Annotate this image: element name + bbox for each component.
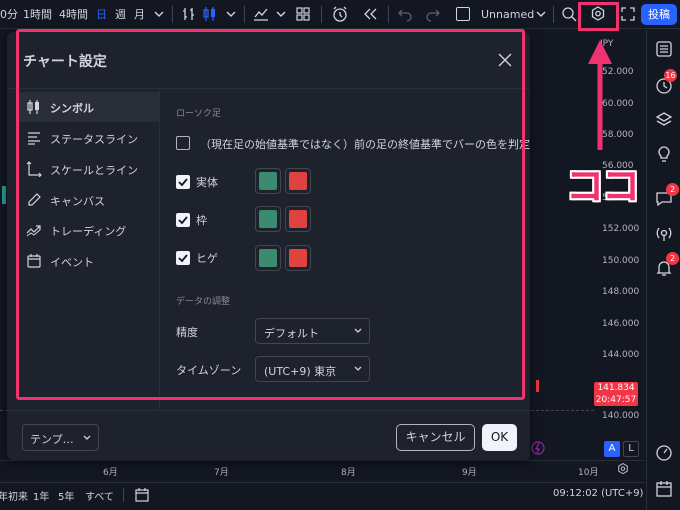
- template-label: テンプ…: [30, 433, 74, 446]
- toolbar-divider: [388, 6, 389, 23]
- price-label: 152.000: [602, 224, 640, 234]
- watchlist-icon[interactable]: [655, 40, 673, 58]
- range-ytd[interactable]: 年初来: [0, 488, 28, 503]
- layout-name[interactable]: Unnamed: [481, 0, 534, 29]
- range-5y[interactable]: 5年: [58, 488, 74, 503]
- speedometer-icon[interactable]: [655, 444, 673, 462]
- candle: [2, 186, 6, 204]
- log-scale-toggle[interactable]: L: [623, 441, 639, 457]
- alarm-clock-icon[interactable]: [331, 5, 349, 23]
- chevron-down-icon[interactable]: [222, 5, 240, 23]
- layout-grid-icon[interactable]: [294, 5, 312, 23]
- date-range-icon[interactable]: [134, 487, 150, 503]
- toolbar-divider: [172, 6, 173, 23]
- clock[interactable]: 09:12:02 (UTC+9): [553, 488, 643, 499]
- lightning-icon[interactable]: [531, 441, 545, 455]
- price-label: 144.000: [602, 350, 640, 360]
- toolbar-divider: [244, 6, 245, 23]
- candles-icon[interactable]: [201, 5, 219, 23]
- interval-4h[interactable]: 4時間: [59, 0, 88, 29]
- replay-icon[interactable]: [361, 5, 379, 23]
- bar-countdown: 20:47:57: [595, 395, 637, 405]
- last-price: 141.834: [597, 383, 635, 393]
- layers-icon[interactable]: [655, 110, 673, 128]
- time-label: 8月: [341, 468, 356, 478]
- range-1y[interactable]: 1年: [33, 488, 49, 503]
- fullscreen-icon[interactable]: [619, 5, 637, 23]
- chat-badge: 2: [666, 183, 679, 196]
- toolbar-divider: [553, 6, 554, 23]
- bar-chart-icon[interactable]: [180, 5, 198, 23]
- indicators-icon[interactable]: [252, 5, 270, 23]
- broadcast-icon[interactable]: [655, 225, 673, 243]
- time-axis[interactable]: [0, 460, 645, 482]
- time-label: 7月: [214, 468, 229, 478]
- calendar-icon[interactable]: [655, 480, 673, 498]
- toolbar-divider: [321, 6, 322, 23]
- chevron-down-icon[interactable]: [272, 5, 290, 23]
- annotation-arrow: [588, 40, 612, 150]
- last-price-tag: 141.834 20:47:57: [594, 382, 638, 406]
- undo-icon[interactable]: [396, 5, 414, 23]
- price-label: 150.000: [602, 256, 640, 266]
- gear-icon[interactable]: [616, 462, 630, 476]
- chevron-down-icon: [82, 433, 92, 443]
- price-label: 140.000: [602, 411, 640, 421]
- interval-month[interactable]: 月: [134, 0, 145, 29]
- quick-search-icon[interactable]: [560, 5, 578, 23]
- divider: [7, 410, 530, 411]
- candle: [536, 380, 539, 392]
- post-button[interactable]: 投稿: [641, 4, 677, 25]
- cancel-button[interactable]: キャンセル: [396, 424, 475, 451]
- toolbar-divider: [123, 488, 124, 502]
- highlight-box: [16, 29, 525, 400]
- interval-1h[interactable]: 1時間: [23, 0, 52, 29]
- notify-badge: 2: [666, 252, 679, 265]
- highlight-gear: [578, 2, 619, 31]
- interval-day[interactable]: 日: [96, 0, 107, 29]
- redo-icon[interactable]: [424, 5, 442, 23]
- chevron-down-icon[interactable]: [532, 5, 550, 23]
- layout-square-icon[interactable]: [456, 7, 470, 21]
- alerts-badge: 16: [664, 69, 677, 82]
- price-label: 148.000: [602, 287, 640, 297]
- chevron-down-icon[interactable]: [150, 5, 168, 23]
- time-label: 9月: [462, 468, 477, 478]
- auto-scale-toggle[interactable]: A: [604, 441, 620, 457]
- interval-partial[interactable]: 0分: [0, 0, 18, 29]
- annotation-label: ココ: [566, 164, 640, 208]
- time-label: 10月: [578, 468, 599, 478]
- time-label: 6月: [103, 468, 118, 478]
- range-all[interactable]: すべて: [85, 488, 114, 503]
- lightbulb-icon[interactable]: [655, 145, 673, 163]
- template-dropdown[interactable]: テンプ…: [22, 424, 99, 451]
- interval-week[interactable]: 週: [115, 0, 126, 29]
- ok-button[interactable]: OK: [482, 424, 517, 451]
- price-label: 146.000: [602, 319, 640, 329]
